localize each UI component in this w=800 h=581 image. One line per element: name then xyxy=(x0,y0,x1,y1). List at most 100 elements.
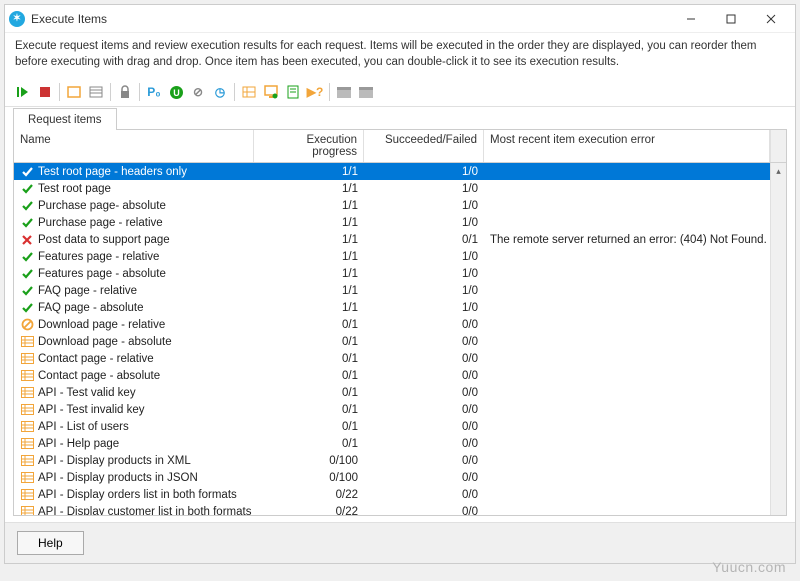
row-name: Test root page xyxy=(38,183,111,195)
row-name: Purchase page - relative xyxy=(38,217,163,229)
status-pending-icon xyxy=(20,369,34,383)
table-row[interactable]: API - Test invalid key0/10/0 xyxy=(14,401,786,418)
row-succeeded-failed: 1/0 xyxy=(364,166,484,178)
row-progress: 1/1 xyxy=(254,268,364,280)
cancel-icon[interactable]: ⊘ xyxy=(188,82,208,102)
table-row[interactable]: Features page - absolute1/11/0 xyxy=(14,265,786,282)
table-row[interactable]: FAQ page - absolute1/11/0 xyxy=(14,299,786,316)
help-button[interactable]: Help xyxy=(17,531,84,555)
column-error[interactable]: Most recent item execution error xyxy=(484,130,770,162)
row-succeeded-failed: 0/1 xyxy=(364,234,484,246)
row-succeeded-failed: 1/0 xyxy=(364,200,484,212)
play2-icon[interactable]: ▶? xyxy=(305,82,325,102)
list-icon[interactable] xyxy=(86,82,106,102)
status-no-icon xyxy=(20,318,34,332)
row-name: Test root page - headers only xyxy=(38,166,187,178)
row-progress: 1/1 xyxy=(254,200,364,212)
rows-icon[interactable] xyxy=(239,82,259,102)
circle-u-icon[interactable]: U xyxy=(166,82,186,102)
row-name: API - Display customer list in both form… xyxy=(38,506,251,515)
panel2-icon[interactable] xyxy=(356,82,376,102)
row-succeeded-failed: 0/0 xyxy=(364,438,484,450)
table-row[interactable]: API - Display orders list in both format… xyxy=(14,486,786,503)
status-ok-icon xyxy=(20,182,34,196)
row-succeeded-failed: 0/0 xyxy=(364,421,484,433)
toolbar-separator xyxy=(329,83,330,101)
table-row[interactable]: API - Display products in JSON0/1000/0 xyxy=(14,469,786,486)
status-pending-icon xyxy=(20,352,34,366)
row-succeeded-failed: 0/0 xyxy=(364,336,484,348)
table-row[interactable]: API - Help page0/10/0 xyxy=(14,435,786,452)
po-icon[interactable]: P₀ xyxy=(144,82,164,102)
table-row[interactable]: API - Test valid key0/10/0 xyxy=(14,384,786,401)
table-row[interactable]: Contact page - absolute0/10/0 xyxy=(14,367,786,384)
description-text: Execute request items and review executi… xyxy=(5,33,795,78)
status-ok-icon xyxy=(20,267,34,281)
row-succeeded-failed: 0/0 xyxy=(364,353,484,365)
panel1-icon[interactable] xyxy=(334,82,354,102)
vertical-scrollbar[interactable]: ▴ xyxy=(770,163,786,515)
header-scroll-spacer xyxy=(770,130,786,162)
row-progress: 1/1 xyxy=(254,183,364,195)
column-name[interactable]: Name xyxy=(14,130,254,162)
lock-icon[interactable] xyxy=(115,82,135,102)
grid-body[interactable]: Test root page - headers only1/11/0Test … xyxy=(14,163,786,515)
row-name: Post data to support page xyxy=(38,234,170,246)
monitor-icon[interactable] xyxy=(261,82,281,102)
table-row[interactable]: Download page - absolute0/10/0 xyxy=(14,333,786,350)
row-progress: 0/1 xyxy=(254,319,364,331)
status-ok-icon xyxy=(20,250,34,264)
row-progress: 1/1 xyxy=(254,251,364,263)
minimize-button[interactable] xyxy=(671,6,711,32)
table-row[interactable]: API - Display products in XML0/1000/0 xyxy=(14,452,786,469)
toolbar-separator xyxy=(234,83,235,101)
row-name: Purchase page- absolute xyxy=(38,200,166,212)
row-progress: 0/1 xyxy=(254,370,364,382)
app-icon: ✶ xyxy=(9,11,25,27)
stop-icon[interactable] xyxy=(35,82,55,102)
table-row[interactable]: FAQ page - relative1/11/0 xyxy=(14,282,786,299)
row-progress: 0/1 xyxy=(254,353,364,365)
toolbar-separator xyxy=(110,83,111,101)
row-progress: 1/1 xyxy=(254,166,364,178)
tab-request-items[interactable]: Request items xyxy=(13,108,117,130)
table-row[interactable]: Post data to support page1/10/1The remot… xyxy=(14,231,786,248)
table-row[interactable]: Purchase page - relative1/11/0 xyxy=(14,214,786,231)
table-row[interactable]: API - List of users0/10/0 xyxy=(14,418,786,435)
close-button[interactable] xyxy=(751,6,791,32)
play-icon[interactable] xyxy=(13,82,33,102)
button-bar: Help xyxy=(5,522,795,563)
status-ok-icon xyxy=(20,301,34,315)
row-name: API - Display orders list in both format… xyxy=(38,489,237,501)
doc-icon[interactable] xyxy=(283,82,303,102)
tabs: Request items xyxy=(5,107,795,129)
row-succeeded-failed: 0/0 xyxy=(364,370,484,382)
status-pending-icon xyxy=(20,386,34,400)
table-row[interactable]: Download page - relative0/10/0 xyxy=(14,316,786,333)
row-succeeded-failed: 0/0 xyxy=(364,489,484,501)
clock-icon[interactable]: ◷ xyxy=(210,82,230,102)
row-name: Download page - relative xyxy=(38,319,165,331)
toolbar: P₀ U ⊘◷ ▶? xyxy=(5,78,795,107)
status-pending-icon xyxy=(20,471,34,485)
status-ok-icon xyxy=(20,216,34,230)
svg-text:U: U xyxy=(173,88,180,98)
scroll-up-icon[interactable]: ▴ xyxy=(771,163,786,179)
box-icon[interactable] xyxy=(64,82,84,102)
row-succeeded-failed: 1/0 xyxy=(364,183,484,195)
row-progress: 0/1 xyxy=(254,336,364,348)
row-name: API - Test valid key xyxy=(38,387,136,399)
table-row[interactable]: Test root page 1/11/0 xyxy=(14,180,786,197)
row-progress: 1/1 xyxy=(254,285,364,297)
table-row[interactable]: Purchase page- absolute 1/11/0 xyxy=(14,197,786,214)
column-progress[interactable]: Execution progress xyxy=(254,130,364,162)
grid: Name Execution progress Succeeded/Failed… xyxy=(13,129,787,516)
dialog-window: ✶ Execute Items Execute request items an… xyxy=(4,4,796,564)
table-row[interactable]: Test root page - headers only 1/11/0 xyxy=(14,163,786,180)
table-row[interactable]: Contact page - relative0/10/0 xyxy=(14,350,786,367)
maximize-button[interactable] xyxy=(711,6,751,32)
row-name: API - List of users xyxy=(38,421,129,433)
table-row[interactable]: Features page - relative1/11/0 xyxy=(14,248,786,265)
column-succeeded-failed[interactable]: Succeeded/Failed xyxy=(364,130,484,162)
table-row[interactable]: API - Display customer list in both form… xyxy=(14,503,786,515)
